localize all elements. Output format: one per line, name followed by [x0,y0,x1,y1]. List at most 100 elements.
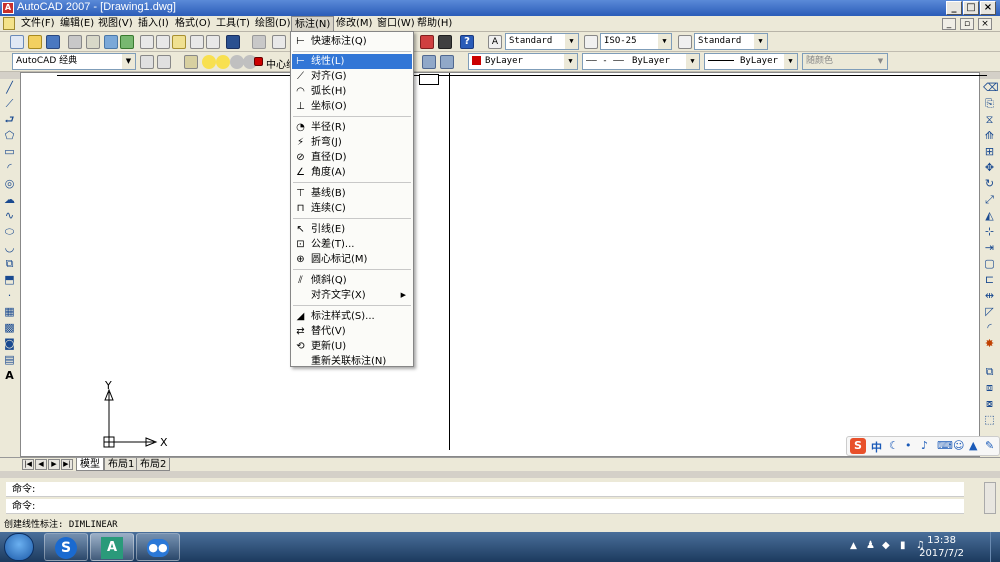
polyline-icon[interactable]: ⮐ [3,113,16,126]
menu-tools[interactable]: 工具(T) [213,16,253,32]
print-icon[interactable] [68,35,82,49]
start-button[interactable] [4,533,34,561]
menu-center-mark[interactable]: ⊕ 圆心标记(M) [292,252,412,267]
chamfer-icon[interactable]: ◸ [983,305,996,318]
menu-diameter[interactable]: ⊘ 直径(D) [292,150,412,165]
layer-on-icon[interactable] [202,55,216,69]
show-desktop-button[interactable] [990,532,1000,562]
tab-last-button[interactable]: ▶| [61,459,73,470]
hatch-icon[interactable]: ▦ [3,305,16,318]
menu-reassociate[interactable]: 重新关联标注(N) [292,354,412,369]
punctuation-icon[interactable]: • [905,439,912,452]
block-editor-icon[interactable] [206,35,220,49]
workspace-select[interactable]: AutoCAD 经典 ▼ [12,53,136,70]
menu-angular[interactable]: ∠ 角度(A) [292,165,412,180]
spline-icon[interactable]: ∿ [3,209,16,222]
break-at-point-icon[interactable]: ▢ [983,257,996,270]
menu-tolerance[interactable]: ⊡ 公差(T)... [292,237,412,252]
publish-icon[interactable] [104,35,118,49]
sogou-icon[interactable]: S [850,438,866,454]
tab-prev-button[interactable]: ◀ [35,459,47,470]
paste-icon[interactable] [172,35,186,49]
moon-icon[interactable]: ☾ [889,439,899,452]
workspace-save-icon[interactable] [157,55,171,69]
menu-leader[interactable]: ↖ 引线(E) [292,222,412,237]
table-icon[interactable]: ▤ [3,353,16,366]
workspace-settings-icon[interactable] [140,55,154,69]
bring-above-icon[interactable]: ⬚ [983,413,996,426]
menu-window[interactable]: 窗口(W) [374,16,418,32]
text-style-select[interactable]: Standard ▼ [505,33,579,50]
maximize-button[interactable]: □ [963,1,979,15]
taskbar-app-sogou[interactable]: S [44,533,88,561]
layer-thaw-icon[interactable] [216,55,230,69]
menu-quick-dimension[interactable]: ⊢ 快速标注(Q) [292,34,412,49]
erase-icon[interactable]: ⌫ [983,81,999,94]
doc-restore-button[interactable]: ▫ [960,18,974,30]
fillet-icon[interactable]: ◜ [983,321,996,334]
cut-icon[interactable] [140,35,154,49]
redo-icon[interactable] [252,35,266,49]
linetype-select[interactable]: —— - —— ByLayer ▼ [582,53,700,70]
menu-arc-length[interactable]: ◠ 弧长(H) [292,84,412,99]
menu-dimension[interactable]: 标注(N) [291,16,335,32]
copy-icon[interactable] [156,35,170,49]
tab-layout2[interactable]: 布局2 [136,458,171,471]
menu-draw[interactable]: 绘图(D) [252,16,294,32]
line-icon[interactable]: ╱ [3,81,16,94]
minimize-button[interactable]: _ [946,1,962,15]
gradient-icon[interactable]: ▩ [3,321,16,334]
send-back-icon[interactable]: ⧇ [983,397,996,410]
bring-front-icon[interactable]: ⧈ [983,381,996,394]
tray-expand-icon[interactable]: ▲ [850,541,857,551]
color-select[interactable]: ByLayer ▼ [468,53,578,70]
insert-block-icon[interactable]: ⧉ [3,257,16,270]
construction-line-icon[interactable]: ⟋ [3,97,16,110]
skin-icon[interactable]: ▲ [969,439,977,452]
layer-unlock-icon[interactable] [230,55,244,69]
document-icon[interactable] [3,17,15,30]
close-button[interactable]: × [980,1,996,15]
match-properties-icon[interactable] [190,35,204,49]
undo-icon[interactable] [226,35,240,49]
extend-icon[interactable]: ⇥ [983,241,996,254]
make-block-icon[interactable]: ⬒ [3,273,16,286]
polygon-icon[interactable]: ⬠ [3,129,16,142]
join-icon[interactable]: ⇹ [983,289,996,302]
stretch-icon[interactable]: ◭ [983,209,996,222]
3d-dwf-icon[interactable] [120,35,134,49]
menu-view[interactable]: 视图(V) [95,16,136,32]
tab-first-button[interactable]: |◀ [22,459,34,470]
menu-jogged[interactable]: ⚡ 折弯(J) [292,135,412,150]
save-icon[interactable] [46,35,60,49]
ellipse-arc-icon[interactable]: ◡ [3,241,16,254]
autocad-app-icon[interactable]: A [2,2,14,14]
break-icon[interactable]: ⊏ [983,273,996,286]
rectangle-icon[interactable]: ▭ [3,145,16,158]
tab-next-button[interactable]: ▶ [48,459,60,470]
mirror-icon[interactable]: ⧖ [983,113,996,126]
point-icon[interactable]: · [3,289,16,302]
tab-model[interactable]: 模型 [76,458,104,471]
menu-update[interactable]: ⟲ 更新(U) [292,339,412,354]
qq-icon[interactable]: ♟ [866,540,875,551]
multiline-text-icon[interactable]: A [3,369,16,382]
revision-cloud-icon[interactable]: ☁ [3,193,16,206]
calculator-icon[interactable] [438,35,452,49]
taskbar-app-game[interactable]: ●● [136,533,180,561]
tab-layout1[interactable]: 布局1 [104,458,139,471]
explode-icon[interactable]: ✸ [983,337,996,350]
menu-ordinate[interactable]: ⊥ 坐标(O) [292,99,412,114]
new-icon[interactable] [10,35,24,49]
command-scrollbar[interactable] [984,482,996,514]
command-input[interactable]: 命令: [6,499,964,514]
array-icon[interactable]: ⊞ [983,145,996,158]
tools-icon[interactable]: ✎ [985,439,994,452]
offset-icon[interactable]: ⟰ [983,129,996,142]
arc-icon[interactable]: ◜ [3,161,16,174]
trim-icon[interactable]: ⊹ [983,225,996,238]
move-icon[interactable]: ✥ [983,161,996,174]
copy-object-icon[interactable]: ⎘ [983,97,996,110]
lineweight-select[interactable]: ByLayer ▼ [704,53,798,70]
menu-linear[interactable]: ⊢ 线性(L) [292,54,412,69]
